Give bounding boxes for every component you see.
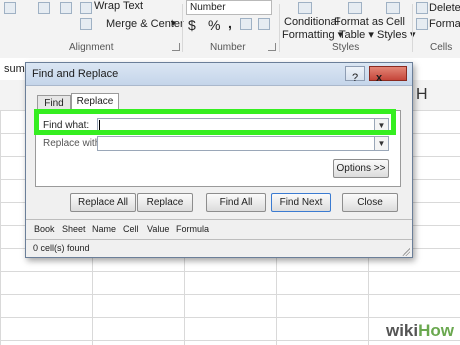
cell-styles-label-2[interactable]: Styles ▾ — [377, 28, 416, 41]
find-all-label: Find All — [219, 197, 253, 208]
group-separator — [412, 4, 413, 52]
currency-button[interactable]: $ — [188, 17, 196, 33]
merge-center-icon[interactable] — [80, 18, 92, 30]
delete-button[interactable]: Delete — [429, 2, 460, 14]
status-bar: 0 cell(s) found — [26, 239, 412, 258]
col-book[interactable]: Book — [34, 224, 55, 234]
conditional-formatting-icon[interactable] — [298, 2, 312, 14]
options-button[interactable]: Options >> — [333, 159, 389, 178]
format-cells-icon[interactable] — [416, 18, 428, 30]
delete-cells-icon[interactable] — [416, 2, 428, 14]
col-name[interactable]: Name — [92, 224, 116, 234]
tab-find-label: Find — [44, 98, 64, 109]
replace-label: Replace — [146, 197, 184, 208]
watermark-wiki: wiki — [385, 321, 419, 340]
replace-button[interactable]: Replace — [137, 193, 193, 212]
close-label: Close — [357, 197, 383, 208]
decrease-decimal-icon[interactable] — [258, 18, 270, 30]
wikihow-watermark: wikiHow — [386, 321, 454, 341]
conditional-formatting-label-2[interactable]: Formatting ▾ — [282, 28, 343, 41]
dialog-title: Find and Replace — [32, 68, 119, 80]
percent-button[interactable]: % — [208, 17, 220, 33]
resize-grip-icon[interactable] — [402, 248, 410, 256]
number-group-label: Number — [210, 42, 246, 53]
format-as-table-label-1[interactable]: Format as — [334, 16, 384, 28]
find-replace-dialog: Find and Replace ? x Find Replace Find w… — [25, 62, 413, 258]
close-button[interactable]: Close — [342, 193, 398, 212]
col-value[interactable]: Value — [147, 224, 169, 234]
indent-decrease-icon[interactable] — [60, 2, 72, 14]
increase-decimal-icon[interactable] — [240, 18, 252, 30]
find-next-button[interactable]: Find Next — [271, 193, 331, 212]
number-launcher-icon[interactable] — [268, 43, 276, 51]
conditional-formatting-label-1[interactable]: Conditional — [284, 16, 339, 28]
wrap-text-icon[interactable] — [80, 2, 92, 14]
find-all-button[interactable]: Find All — [206, 193, 266, 212]
replace-with-input[interactable]: ▼ — [97, 136, 389, 151]
replace-all-label: Replace All — [77, 197, 129, 208]
group-separator — [279, 4, 280, 52]
alignment-launcher-icon[interactable] — [172, 43, 180, 51]
indent-icon[interactable] — [38, 2, 50, 14]
status-text: 0 cell(s) found — [33, 243, 90, 253]
orientation-icon[interactable] — [4, 2, 16, 14]
number-format-value: Number — [190, 2, 226, 13]
help-button[interactable]: ? — [345, 66, 365, 84]
replace-with-label: Replace with: — [43, 138, 104, 149]
tab-replace-label: Replace — [76, 96, 114, 107]
watermark-how: How — [418, 321, 454, 340]
col-cell[interactable]: Cell — [123, 224, 139, 234]
replace-all-button[interactable]: Replace All — [70, 193, 136, 212]
merge-center-dropdown[interactable]: ▾ — [171, 18, 176, 29]
cell-styles-icon[interactable] — [386, 2, 400, 14]
wrap-text-button[interactable]: Wrap Text — [94, 0, 143, 12]
cells-group-label: Cells — [430, 42, 453, 53]
col-sheet[interactable]: Sheet — [62, 224, 86, 234]
group-separator — [182, 4, 183, 52]
name-box[interactable]: sum — [4, 63, 25, 75]
highlight-box — [34, 109, 396, 135]
help-icon: ? — [352, 72, 359, 84]
results-header: Book Sheet Name Cell Value Formula — [26, 219, 412, 239]
close-icon: x — [376, 72, 383, 84]
col-formula[interactable]: Formula — [176, 224, 209, 234]
column-header-h[interactable]: H — [416, 86, 428, 104]
cell-styles-label-1[interactable]: Cell — [386, 16, 405, 28]
format-button[interactable]: Format — [429, 18, 460, 30]
find-next-label: Find Next — [279, 197, 323, 208]
alignment-group-label: Alignment — [69, 42, 114, 53]
format-as-table-icon[interactable] — [348, 2, 362, 14]
comma-button[interactable]: , — [228, 15, 232, 31]
close-window-button[interactable]: x — [369, 66, 407, 84]
replace-with-dropdown-icon[interactable]: ▼ — [374, 137, 388, 150]
options-button-label: Options >> — [336, 163, 386, 174]
dialog-title-bar[interactable]: Find and Replace ? x — [26, 63, 412, 86]
styles-group-label: Styles — [332, 42, 360, 53]
ribbon: Wrap Text Merge & Center ▾ Alignment Num… — [0, 0, 460, 59]
format-as-table-label-2[interactable]: Table ▾ — [339, 28, 374, 41]
number-format-select[interactable]: Number — [186, 0, 272, 15]
